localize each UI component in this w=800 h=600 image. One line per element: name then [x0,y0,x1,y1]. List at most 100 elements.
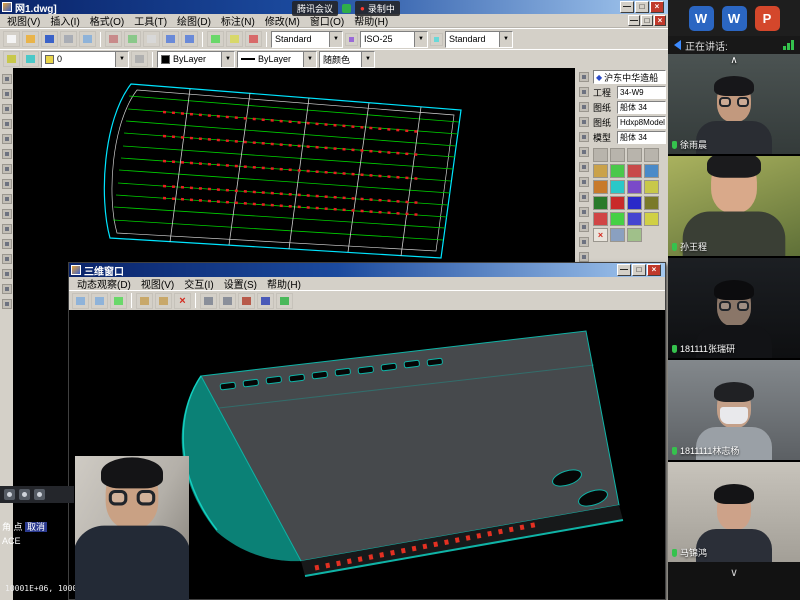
measure-tool-icon[interactable] [136,293,153,309]
paste-icon[interactable] [143,31,160,47]
pan-icon[interactable] [207,31,224,47]
dropdown-arrow-icon[interactable]: ▼ [115,52,128,67]
palette-tool-icon[interactable] [593,180,608,194]
section-tool-icon[interactable] [155,293,172,309]
members-icon[interactable] [4,489,15,500]
participant-tile[interactable]: ∧ 徐雨晨 [668,54,800,154]
new-icon[interactable] [3,31,20,47]
menu-tools[interactable]: 工具(T) [129,13,172,28]
draw-tool-icon[interactable] [2,224,12,234]
redo-icon[interactable] [181,31,198,47]
palette-tool-icon[interactable] [593,164,608,178]
participant-tile[interactable]: 马锦鸿 [668,462,800,562]
dropdown-arrow-icon[interactable]: ▼ [414,32,427,47]
maximize-button[interactable]: □ [635,1,649,13]
command-area[interactable]: 角 点 取消 ACE [2,520,72,548]
make-layer-current-icon[interactable] [131,51,148,67]
palette-tool-icon[interactable] [593,148,608,162]
modify-tool-icon[interactable] [579,162,589,172]
layer-combo[interactable]: 0 ▼ [41,51,129,68]
cancel-option[interactable]: 取消 [25,522,47,532]
share-icon[interactable] [34,489,45,500]
draw-tool-icon[interactable] [2,149,12,159]
color-combo[interactable]: ByLayer ▼ [157,51,235,68]
word-doc-icon[interactable]: W [722,6,747,31]
palette-tool-icon[interactable] [627,164,642,178]
palette-tool-icon[interactable] [610,164,625,178]
layer-states-icon[interactable] [22,51,39,67]
recording-badge[interactable]: ● 录制中 [355,1,400,16]
palette-tool-icon[interactable] [627,180,642,194]
project-field[interactable]: 34-W9 [617,86,666,99]
dropdown-arrow-icon[interactable]: ▼ [221,52,234,67]
orbit-tool-icon[interactable] [72,293,89,309]
modify-tool-icon[interactable] [579,222,589,232]
palette-tool-icon[interactable] [627,196,642,210]
minimize-button[interactable]: — [620,1,634,13]
doc-close-button[interactable]: × [654,15,666,26]
palette-tool-icon[interactable] [610,196,625,210]
menu-format[interactable]: 格式(O) [85,13,129,28]
participant-tile[interactable]: 1811111林志杨 [668,360,800,460]
draw-tool-icon[interactable] [2,269,12,279]
palette-tool-icon[interactable] [593,212,608,226]
menu-orbit[interactable]: 动态观察(D) [72,276,136,291]
undo-icon[interactable] [162,31,179,47]
palette-tool-icon[interactable] [644,196,659,210]
menu-view3d[interactable]: 视图(V) [136,276,179,291]
shade-tool-icon[interactable] [200,293,217,309]
dropdown-arrow-icon[interactable]: ▼ [361,52,374,67]
ppt-doc-icon[interactable]: P [755,6,780,31]
palette-tool-icon[interactable] [610,212,625,226]
viewer-titlebar[interactable]: 三维窗口 — □ × [69,263,665,277]
draw-tool-icon[interactable] [2,179,12,189]
modify-tool-icon[interactable] [579,237,589,247]
drawing-field[interactable]: 船体 34 [617,101,666,114]
participant-tile[interactable]: 孙王程 [668,156,800,256]
menu-draw[interactable]: 绘图(D) [172,13,216,28]
print-icon[interactable] [60,31,77,47]
draw-tool-icon[interactable] [2,104,12,114]
draw-tool-icon[interactable] [2,74,12,84]
viewer-minimize-button[interactable]: — [617,264,631,276]
viewer-maximize-button[interactable]: □ [632,264,646,276]
sheet-field[interactable]: Hdxp8Model ▼ [617,116,666,129]
properties-icon[interactable] [245,31,262,47]
meeting-mini-toolbar[interactable] [0,486,74,503]
palette-tool-icon[interactable] [644,148,659,162]
palette-tool-icon[interactable] [610,148,625,162]
dropdown-arrow-icon[interactable]: ▼ [329,32,342,47]
open-icon[interactable] [22,31,39,47]
draw-tool-icon[interactable] [2,134,12,144]
draw-tool-icon[interactable] [2,119,12,129]
meeting-app-badge[interactable]: 腾讯会议 [292,1,338,16]
blue-cube-icon[interactable] [257,293,274,309]
doc-maximize-button[interactable]: □ [641,15,653,26]
wireframe-tool-icon[interactable] [219,293,236,309]
word-doc-icon[interactable]: W [689,6,714,31]
modify-tool-icon[interactable] [579,117,589,127]
menu-settings[interactable]: 设置(S) [219,276,262,291]
palette-tool-icon[interactable] [627,212,642,226]
draw-tool-icon[interactable] [2,239,12,249]
dropdown-arrow-icon[interactable]: ▼ [303,52,316,67]
doc-minimize-button[interactable]: — [628,15,640,26]
palette-tool-icon[interactable] [610,180,625,194]
draw-tool-icon[interactable] [2,284,12,294]
save-icon[interactable] [41,31,58,47]
draw-tool-icon[interactable] [2,89,12,99]
scroll-down-icon[interactable]: ∨ [730,566,738,579]
menu-help3d[interactable]: 帮助(H) [262,276,306,291]
plot-style-combo[interactable]: 随颜色 ▼ [319,51,375,68]
menu-dimension[interactable]: 标注(N) [216,13,260,28]
palette-tool-icon[interactable] [627,228,642,242]
modify-tool-icon[interactable] [579,147,589,157]
table-style-combo[interactable]: Standard ▼ [445,31,513,48]
red-cube-icon[interactable] [238,293,255,309]
viewer-close-button[interactable]: × [647,264,661,276]
menu-insert[interactable]: 插入(I) [45,13,84,28]
menu-interact[interactable]: 交互(I) [179,276,218,291]
modify-tool-icon[interactable] [579,132,589,142]
dropdown-arrow-icon[interactable]: ▼ [499,32,512,47]
palette-tool-icon[interactable] [644,212,659,226]
